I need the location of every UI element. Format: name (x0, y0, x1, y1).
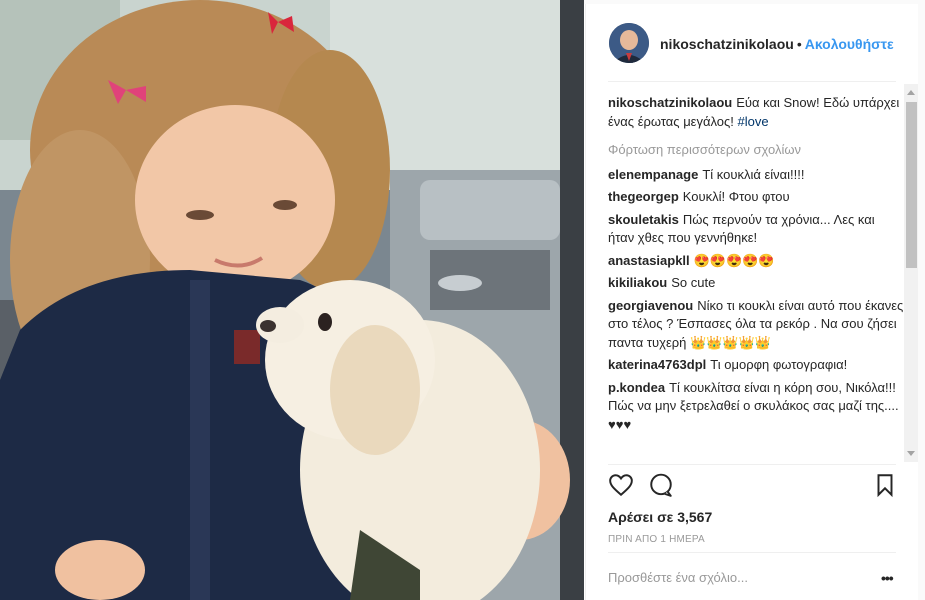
comments-list[interactable]: nikoschatzinikolaou Εύα και Snow! Εδώ υπά… (608, 94, 904, 464)
comment-item: thegeorgep Κουκλί! Φτου φτου (608, 188, 904, 207)
comment-item: skouletakis Πώς περνούν τα χρόνια... Λες … (608, 211, 904, 248)
more-options-icon[interactable]: ••• (881, 570, 894, 586)
comment-username[interactable]: thegeorgep (608, 189, 679, 204)
comment-username[interactable]: kikiliakou (608, 275, 667, 290)
comment-input-divider (608, 552, 896, 553)
comment-username[interactable]: anastasiapkll (608, 253, 690, 268)
comment-username[interactable]: p.kondea (608, 380, 665, 395)
avatar[interactable] (609, 23, 649, 63)
heart-icon[interactable] (608, 472, 634, 498)
header-username[interactable]: nikoschatzinikolaou (660, 36, 794, 52)
avatar-image (609, 23, 649, 63)
comment-text: Τι ομορφη φωτογραφια! (710, 357, 848, 372)
comment-username[interactable]: skouletakis (608, 212, 679, 227)
scroll-down-arrow-icon[interactable] (907, 451, 915, 456)
comment-item: katerina4763dpl Τι ομορφη φωτογραφια! (608, 356, 904, 375)
comment-text: Κουκλί! Φτου φτου (682, 189, 790, 204)
comment-text: So cute (671, 275, 716, 290)
comment-item: anastasiapkll 😍😍😍😍😍 (608, 252, 904, 271)
likes-count[interactable]: Αρέσει σε 3,567 (608, 509, 712, 525)
caption-hashtag[interactable]: #love (738, 114, 769, 129)
comment-icon[interactable] (648, 472, 674, 498)
scrollbar-thumb[interactable] (906, 102, 917, 268)
post-photo[interactable] (0, 0, 584, 600)
header-text: nikoschatzinikolaou • Ακολουθήστε (660, 36, 894, 52)
comment-username[interactable]: elenempanage (608, 167, 698, 182)
comment-item: georgiavenou Νίκο τι κουκλι είναι αυτό πο… (608, 297, 904, 353)
post-side-panel: nikoschatzinikolaou • Ακολουθήστε nikoscha… (585, 4, 919, 600)
comments-scrollbar[interactable] (904, 84, 919, 462)
right-strip (918, 0, 925, 600)
follow-button[interactable]: Ακολουθήστε (805, 36, 894, 52)
post-timestamp[interactable]: ΠΡΙΝ ΑΠΟ 1 ΗΜΕΡΑ (608, 534, 705, 545)
comment-username[interactable]: katerina4763dpl (608, 357, 706, 372)
header-divider (608, 81, 896, 82)
scroll-up-arrow-icon[interactable] (907, 90, 915, 95)
add-comment-input[interactable]: Προσθέστε ένα σχόλιο... (608, 570, 748, 585)
comment-item: elenempanage Τί κουκλιά είναι!!!! (608, 166, 904, 185)
header-dot: • (796, 36, 802, 52)
caption: nikoschatzinikolaou Εύα και Snow! Εδώ υπά… (608, 94, 904, 131)
bookmark-icon[interactable] (872, 472, 898, 498)
comment-text: 😍😍😍😍😍 (693, 252, 775, 268)
action-bar (608, 472, 904, 502)
comment-username[interactable]: georgiavenou (608, 298, 693, 313)
post-header: nikoschatzinikolaou • Ακολουθήστε (586, 4, 919, 82)
photo-girl-and-puppy (0, 0, 584, 600)
comment-text: Τί κουκλιά είναι!!!! (702, 166, 805, 182)
comment-item: p.kondea Τί κουκλίτσα είναι η κόρη σου, Ν… (608, 379, 904, 435)
caption-username[interactable]: nikoschatzinikolaou (608, 95, 732, 110)
actions-divider (608, 464, 896, 465)
comment-item: kikiliakou So cute (608, 274, 904, 293)
load-more-comments[interactable]: Φόρτωση περισσότερων σχολίων (608, 141, 904, 160)
